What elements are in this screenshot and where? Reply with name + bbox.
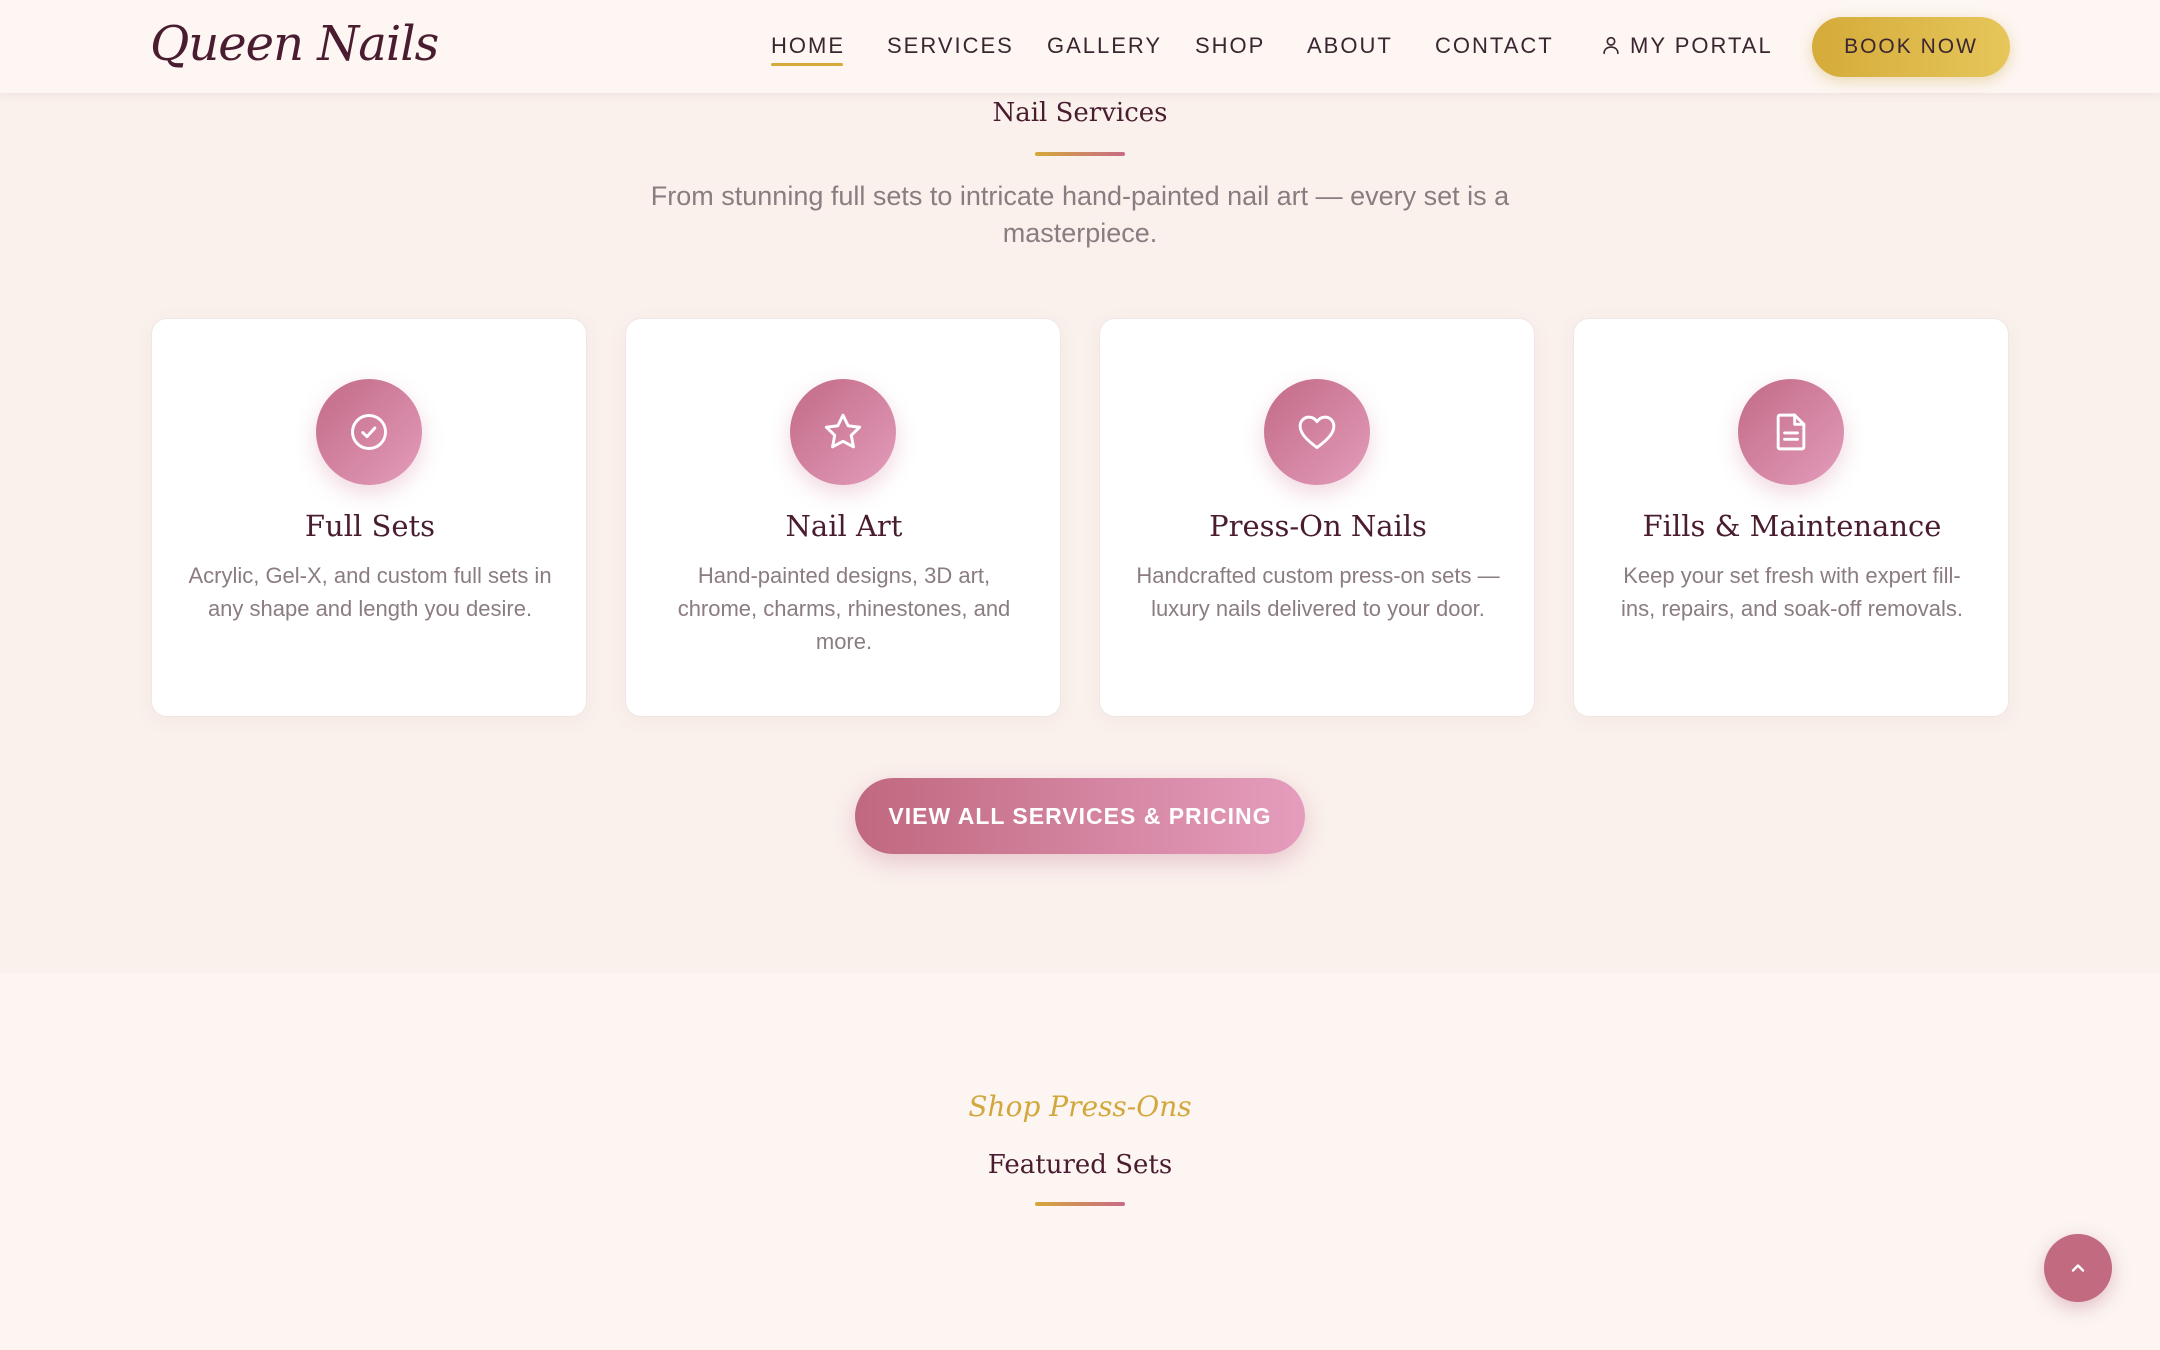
service-card-description: Acrylic, Gel-X, and custom full sets in … bbox=[188, 563, 552, 621]
nav-my-portal-label: MY PORTAL bbox=[1630, 33, 1773, 58]
nav-contact[interactable]: CONTACT bbox=[1435, 30, 1554, 62]
service-card-title: Fills & Maintenance bbox=[1642, 509, 1942, 543]
back-to-top-button[interactable] bbox=[2044, 1234, 2112, 1302]
service-card-full-sets[interactable]: Full Sets Acrylic, Gel-X, and custom ful… bbox=[151, 318, 587, 717]
featured-sets-title: Featured Sets bbox=[987, 1150, 1173, 1180]
service-card-title: Nail Art bbox=[785, 509, 903, 543]
service-card-description: Keep your set fresh with expert fill-ins… bbox=[1621, 563, 1963, 621]
site-header: Queen Nails HOME SERVICES GALLERY SHOP A… bbox=[0, 0, 2160, 93]
heart-icon bbox=[1264, 379, 1370, 485]
document-icon bbox=[1738, 379, 1844, 485]
nav-gallery[interactable]: GALLERY bbox=[1047, 30, 1162, 62]
user-icon bbox=[1603, 36, 1619, 55]
service-card-title: Full Sets bbox=[304, 509, 436, 543]
service-card-title: Press-On Nails bbox=[1209, 509, 1427, 543]
book-now-button[interactable]: BOOK NOW bbox=[1812, 17, 2010, 77]
chevron-up-icon bbox=[2071, 1264, 2085, 1272]
star-icon bbox=[790, 379, 896, 485]
nav-my-portal[interactable]: MY PORTAL bbox=[1600, 30, 1773, 62]
service-card-nail-art[interactable]: Nail Art Hand-painted designs, 3D art, c… bbox=[625, 318, 1061, 717]
service-card-fills-maintenance[interactable]: Fills & Maintenance Keep your set fresh … bbox=[1573, 318, 2009, 717]
page: Nail Services From stunning full sets to… bbox=[0, 0, 2160, 1350]
shop-kicker: Shop Press-Ons bbox=[968, 1090, 1192, 1123]
featured-title-divider bbox=[1035, 1202, 1125, 1206]
nav-home[interactable]: HOME bbox=[771, 30, 845, 66]
service-card-description: Hand-painted designs, 3D art, chrome, ch… bbox=[677, 563, 1011, 654]
services-title: Nail Services bbox=[992, 98, 1168, 128]
service-card-description: Handcrafted custom press-on sets — luxur… bbox=[1136, 563, 1500, 621]
view-all-services-button[interactable]: VIEW ALL SERVICES & PRICING bbox=[855, 778, 1305, 854]
services-section: Nail Services From stunning full sets to… bbox=[0, 0, 2160, 973]
service-card-press-on-nails[interactable]: Press-On Nails Handcrafted custom press-… bbox=[1099, 318, 1535, 717]
nav-shop[interactable]: SHOP bbox=[1195, 30, 1265, 62]
nav-services[interactable]: SERVICES bbox=[887, 30, 1014, 62]
check-circle-icon bbox=[316, 379, 422, 485]
shop-section: Shop Press-Ons Featured Sets bbox=[0, 973, 2160, 1350]
nav-about[interactable]: ABOUT bbox=[1307, 30, 1393, 62]
services-title-divider bbox=[1035, 152, 1125, 156]
services-intro: From stunning full sets to intricate han… bbox=[650, 181, 1510, 248]
